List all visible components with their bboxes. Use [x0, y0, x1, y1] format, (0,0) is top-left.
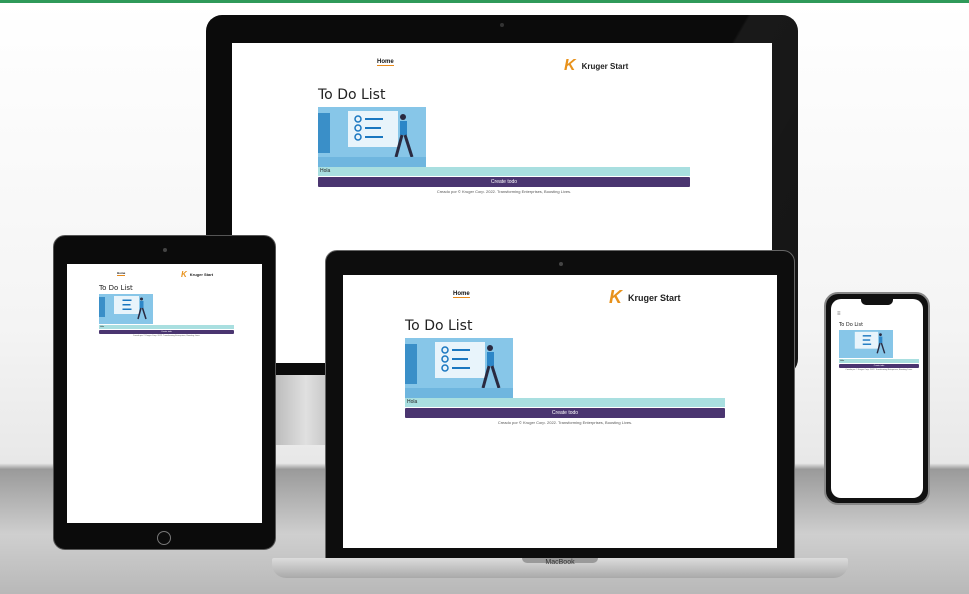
todo-input[interactable]: Hola [318, 167, 690, 176]
brand-k-icon: K [564, 57, 576, 74]
checklist-illustration-icon [405, 338, 513, 398]
footer-text: Creado por © Kruger Corp. 2022. Transfor… [132, 335, 201, 337]
checklist-illustration-icon [99, 294, 153, 324]
todo-illustration [405, 338, 513, 398]
top-accent-bar [0, 0, 969, 3]
macbook-lid: Home K Kruger Start To Do List Hola Crea… [325, 250, 795, 560]
imac-camera [500, 23, 504, 27]
footer-text: Creado por © Kruger Corp. 2022. Transfor… [497, 420, 633, 425]
page-title: To Do List [405, 318, 473, 334]
iphone-screen: ≡ To Do List Hola Create todo Creado por… [831, 299, 923, 498]
todo-input[interactable]: Hola [99, 325, 234, 329]
brand-k-icon: K [609, 287, 622, 307]
brand-name: Kruger Start [581, 61, 629, 71]
ipad-home-button [157, 531, 171, 545]
todo-illustration [839, 330, 893, 358]
ipad-device: Home K Kruger Start To Do List Hola Crea… [53, 235, 276, 550]
create-todo-button[interactable]: Create todo [405, 408, 725, 418]
page-title: To Do List [99, 284, 133, 292]
page-title: To Do List [839, 322, 864, 328]
checklist-illustration-icon [840, 330, 892, 358]
create-todo-button[interactable]: Create todo [839, 364, 919, 368]
nav-home-link[interactable]: Home [453, 291, 470, 298]
page-title: To Do List [318, 87, 386, 103]
todo-input[interactable]: Hola [405, 398, 725, 407]
iphone-device: ≡ To Do List Hola Create todo Creado por… [824, 292, 930, 505]
footer-text: Creado por © Kruger Corp. 2022. Transfor… [845, 369, 913, 371]
brand-k-icon: K [181, 270, 187, 279]
create-todo-button[interactable]: Create todo [99, 330, 234, 334]
brand-logo[interactable]: K Kruger Start [609, 287, 681, 308]
todo-input[interactable]: Hola [839, 359, 919, 363]
macbook-base: MacBook [272, 558, 848, 578]
footer-text: Creado por © Kruger Corp. 2022. Transfor… [436, 189, 572, 194]
ipad-camera [163, 248, 167, 252]
todo-illustration [99, 294, 153, 324]
macbook-screen: Home K Kruger Start To Do List Hola Crea… [343, 275, 777, 548]
macbook-camera [559, 262, 563, 266]
brand-name: Kruger Start [628, 292, 681, 303]
hamburger-menu-icon[interactable]: ≡ [837, 311, 841, 317]
brand-logo[interactable]: K Kruger Start [181, 270, 213, 279]
macbook-label: MacBook [545, 559, 575, 566]
brand-logo[interactable]: K Kruger Start [564, 57, 628, 75]
nav-home-link[interactable]: Home [117, 271, 126, 276]
ipad-screen: Home K Kruger Start To Do List Hola Crea… [67, 264, 262, 523]
iphone-notch [861, 299, 893, 305]
brand-name: Kruger Start [189, 272, 214, 277]
create-todo-button[interactable]: Create todo [318, 177, 690, 187]
checklist-illustration-icon [318, 107, 426, 167]
todo-illustration [318, 107, 426, 167]
nav-home-link[interactable]: Home [377, 59, 394, 66]
